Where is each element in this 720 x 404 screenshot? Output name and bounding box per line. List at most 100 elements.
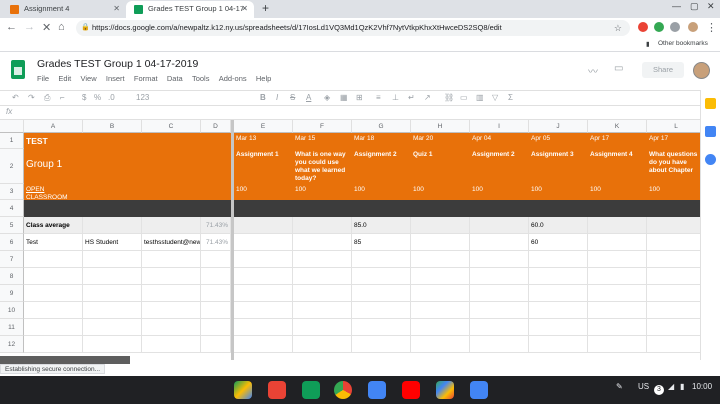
cell-j8[interactable] <box>529 268 588 285</box>
wrap-icon[interactable]: ↵ <box>408 93 415 102</box>
cell-l7[interactable] <box>647 251 700 268</box>
cell-i5[interactable] <box>470 217 529 234</box>
video-controls-bar[interactable] <box>0 356 130 364</box>
extension-icon[interactable] <box>670 22 680 32</box>
cell-a3[interactable]: OPEN CLASSROOM <box>24 184 83 200</box>
cell-g3[interactable]: 100 <box>352 184 411 200</box>
cell-a5[interactable]: Class average <box>24 217 83 234</box>
row-header-4[interactable]: 4 <box>0 200 24 217</box>
cell-k2[interactable]: Assignment 4 <box>588 149 647 184</box>
fill-color-icon[interactable]: ◈ <box>324 93 330 102</box>
back-icon[interactable]: ← <box>6 21 17 33</box>
cell-f9[interactable] <box>293 285 352 302</box>
decimal-icon[interactable]: .0 <box>108 93 115 102</box>
cell-e10[interactable] <box>234 302 293 319</box>
menu-insert[interactable]: Insert <box>106 74 125 83</box>
comments-icon[interactable]: ▭ <box>614 63 623 74</box>
cell-j7[interactable] <box>529 251 588 268</box>
cell-b2[interactable] <box>83 149 142 184</box>
cell-k12[interactable] <box>588 336 647 353</box>
frozen-column-divider[interactable] <box>231 120 234 360</box>
minimize-icon[interactable]: — <box>672 1 681 11</box>
menu-edit[interactable]: Edit <box>58 74 71 83</box>
address-bar[interactable]: 🔒 https://docs.google.com/a/newpaltz.k12… <box>76 20 630 36</box>
close-window-icon[interactable]: ✕ <box>707 1 715 12</box>
cell-f6[interactable] <box>293 234 352 251</box>
keep-icon[interactable] <box>705 98 716 109</box>
cell-i11[interactable] <box>470 319 529 336</box>
valign-icon[interactable]: ⊥ <box>392 93 399 102</box>
youtube-app-icon[interactable] <box>402 381 420 399</box>
cell-h1[interactable]: Mar 20 <box>411 133 470 149</box>
cell-b4[interactable] <box>83 200 142 217</box>
cell-k7[interactable] <box>588 251 647 268</box>
cell-k1[interactable]: Apr 17 <box>588 133 647 149</box>
cell-l4[interactable] <box>647 200 700 217</box>
cell-j4[interactable] <box>529 200 588 217</box>
cell-h7[interactable] <box>411 251 470 268</box>
drive-app-icon[interactable] <box>234 381 252 399</box>
sheets-logo-icon[interactable] <box>11 60 25 79</box>
cell-j9[interactable] <box>529 285 588 302</box>
close-tab-icon[interactable]: ✕ <box>113 1 120 17</box>
cell-a8[interactable] <box>24 268 83 285</box>
classroom-app-icon[interactable] <box>302 381 320 399</box>
cell-g6[interactable]: 85 <box>352 234 411 251</box>
cell-d1[interactable] <box>201 133 231 149</box>
cell-j1[interactable]: Apr 05 <box>529 133 588 149</box>
cell-a12[interactable] <box>24 336 83 353</box>
cell-l10[interactable] <box>647 302 700 319</box>
maximize-icon[interactable]: ▢ <box>690 1 699 12</box>
cell-a11[interactable] <box>24 319 83 336</box>
link-icon[interactable]: ⛓ <box>444 93 454 102</box>
cell-c11[interactable] <box>142 319 201 336</box>
cell-e6[interactable] <box>234 234 293 251</box>
functions-icon[interactable]: Σ <box>508 93 513 102</box>
activity-trend-icon[interactable]: 〰 <box>588 63 598 78</box>
menu-format[interactable]: Format <box>134 74 158 83</box>
cell-f11[interactable] <box>293 319 352 336</box>
cell-b8[interactable] <box>83 268 142 285</box>
chrome-app-icon[interactable] <box>334 381 352 399</box>
cell-k3[interactable]: 100 <box>588 184 647 200</box>
cell-e9[interactable] <box>234 285 293 302</box>
cell-c2[interactable] <box>142 149 201 184</box>
row-header-3[interactable]: 3 <box>0 184 24 200</box>
home-icon[interactable]: ⌂ <box>58 21 65 33</box>
filter-icon[interactable]: ▽ <box>492 93 498 102</box>
docs-app-icon[interactable] <box>368 381 386 399</box>
cell-l2[interactable]: What questions do you have about Chapter <box>647 149 700 184</box>
row-header-5[interactable]: 5 <box>0 217 24 234</box>
cell-b9[interactable] <box>83 285 142 302</box>
row-header-11[interactable]: 11 <box>0 319 24 336</box>
cell-l11[interactable] <box>647 319 700 336</box>
cell-b6[interactable]: HS Student <box>83 234 142 251</box>
cell-i7[interactable] <box>470 251 529 268</box>
cell-h12[interactable] <box>411 336 470 353</box>
profile-avatar-icon[interactable] <box>688 22 698 32</box>
spreadsheet-grid[interactable]: A B C D E F G H I J K L 1 TEST Mar 13 Mar 15 Mar 18 Mar 2… <box>0 120 700 360</box>
cell-k5[interactable] <box>588 217 647 234</box>
cell-c1[interactable] <box>142 133 201 149</box>
cell-i6[interactable] <box>470 234 529 251</box>
cell-g2[interactable]: Assignment 2 <box>352 149 411 184</box>
column-header-l[interactable]: L <box>647 120 700 133</box>
cell-g8[interactable] <box>352 268 411 285</box>
cell-e2[interactable]: Assignment 1 <box>234 149 293 184</box>
cell-f3[interactable]: 100 <box>293 184 352 200</box>
cell-h5[interactable] <box>411 217 470 234</box>
cell-d8[interactable] <box>201 268 231 285</box>
play-store-app-icon[interactable] <box>436 381 454 399</box>
avatar[interactable] <box>693 62 710 79</box>
column-header-g[interactable]: G <box>352 120 411 133</box>
cell-i1[interactable]: Apr 04 <box>470 133 529 149</box>
cell-b3[interactable] <box>83 184 142 200</box>
column-header-d[interactable]: D <box>201 120 231 133</box>
cell-l1[interactable]: Apr 17 <box>647 133 700 149</box>
cell-g1[interactable]: Mar 18 <box>352 133 411 149</box>
cell-d4[interactable] <box>201 200 231 217</box>
cell-f5[interactable] <box>293 217 352 234</box>
currency-icon[interactable]: $ <box>82 93 86 102</box>
new-tab-icon[interactable]: + <box>262 1 269 15</box>
menu-view[interactable]: View <box>81 74 97 83</box>
